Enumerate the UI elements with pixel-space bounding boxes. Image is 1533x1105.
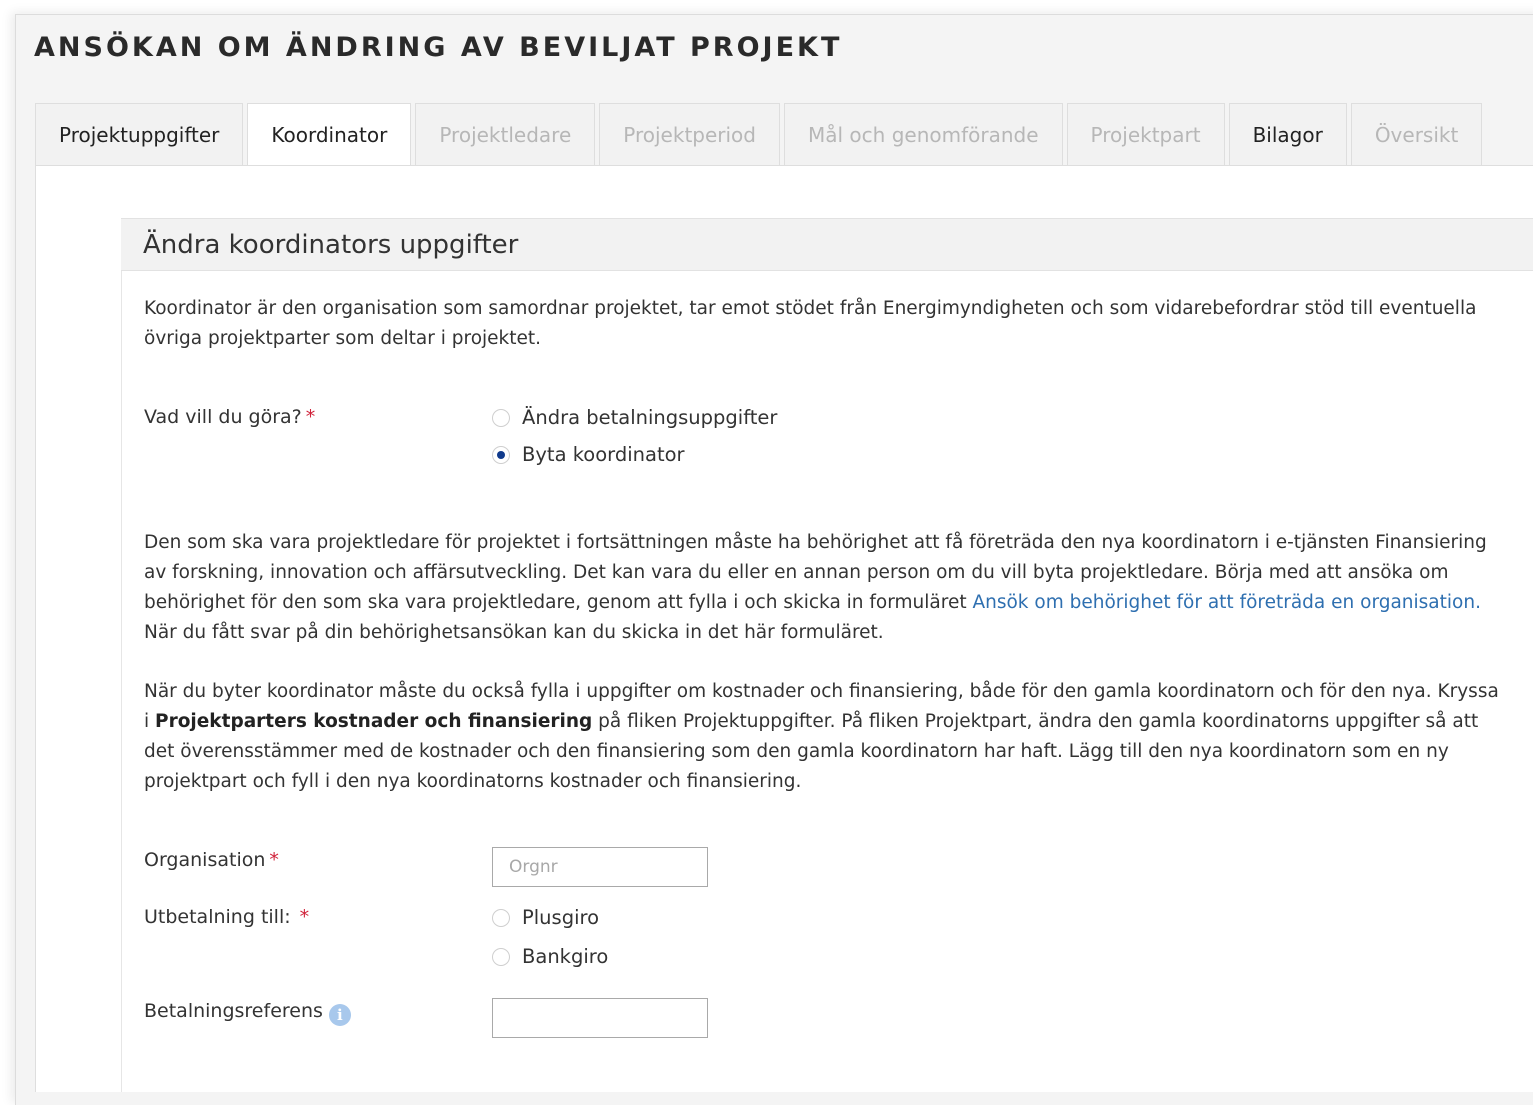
radio-bankgiro[interactable]: Bankgiro bbox=[492, 945, 608, 968]
radio-change-coordinator[interactable]: Byta koordinator bbox=[492, 443, 685, 466]
tab-mal-och-genomforande: Mål och genomförande bbox=[784, 103, 1063, 165]
organisation-number-input[interactable] bbox=[492, 847, 708, 887]
tab-bar: Projektuppgifter Koordinator Projektleda… bbox=[35, 103, 1486, 166]
radio-label: Ändra betalningsuppgifter bbox=[522, 406, 778, 429]
info-text-part2: När du fått svar på din behörighetsansök… bbox=[144, 622, 884, 643]
cost-info-text: När du byter koordinator måste du också … bbox=[144, 677, 1509, 797]
tab-label: Projektledare bbox=[439, 122, 572, 147]
radio-circle[interactable] bbox=[492, 908, 510, 927]
action-label: Vad vill du göra? * bbox=[144, 406, 315, 428]
radio-circle[interactable] bbox=[492, 408, 510, 427]
tab-label: Projektpart bbox=[1090, 122, 1201, 147]
radio-change-payment[interactable]: Ändra betalningsuppgifter bbox=[492, 406, 777, 429]
tab-projektperiod: Projektperiod bbox=[599, 103, 780, 165]
tab-projektpart: Projektpart bbox=[1066, 103, 1225, 165]
section-header: Ändra koordinators uppgifter bbox=[121, 218, 1533, 271]
intro-text: Koordinator är den organisation som samo… bbox=[144, 298, 1477, 349]
tab-projektledare: Projektledare bbox=[415, 103, 596, 165]
tab-label: Mål och genomförande bbox=[808, 122, 1039, 147]
required-mark: * bbox=[299, 906, 310, 928]
radio-plusgiro[interactable]: Plusgiro bbox=[492, 906, 599, 929]
radio-circle-selected[interactable] bbox=[492, 445, 510, 464]
info-icon[interactable]: i bbox=[328, 1004, 351, 1026]
payment-reference-label: Betalningsreferens i bbox=[144, 1000, 351, 1026]
organisation-label-text: Organisation bbox=[144, 849, 266, 871]
radio-circle[interactable] bbox=[492, 947, 510, 966]
tab-label: Bilagor bbox=[1252, 122, 1323, 147]
cost-text-bold: Projektparters kostnader och finansierin… bbox=[155, 711, 593, 732]
radio-label: Byta koordinator bbox=[522, 443, 685, 466]
tab-label: Översikt bbox=[1374, 122, 1459, 147]
organisation-label: Organisation * bbox=[144, 849, 279, 871]
section-divider bbox=[121, 271, 122, 1092]
payout-label: Utbetalning till: * bbox=[144, 906, 309, 928]
payment-reference-input[interactable] bbox=[492, 998, 708, 1038]
tab-koordinator[interactable]: Koordinator bbox=[247, 103, 412, 166]
tab-label: Projektperiod bbox=[623, 122, 756, 147]
tab-bilagor[interactable]: Bilagor bbox=[1228, 103, 1347, 165]
tab-oversikt: Översikt bbox=[1350, 103, 1483, 165]
required-mark: * bbox=[269, 849, 279, 871]
payment-reference-label-text: Betalningsreferens bbox=[144, 1000, 323, 1022]
apply-authorization-link[interactable]: Ansök om behörighet för att företräda en… bbox=[972, 592, 1481, 613]
radio-label: Plusgiro bbox=[522, 906, 600, 929]
radio-label: Bankgiro bbox=[522, 945, 609, 968]
section-title: Ändra koordinators uppgifter bbox=[143, 230, 519, 260]
action-label-text: Vad vill du göra? bbox=[144, 406, 302, 428]
tab-projektuppgifter[interactable]: Projektuppgifter bbox=[35, 103, 244, 165]
authorization-info-text: Den som ska vara projektledare för proje… bbox=[144, 528, 1509, 648]
payout-label-text: Utbetalning till: bbox=[144, 906, 291, 928]
tab-label: Koordinator bbox=[271, 123, 388, 147]
tab-label: Projektuppgifter bbox=[59, 122, 220, 147]
page-title: ANSÖKAN OM ÄNDRING AV BEVILJAT PROJEKT bbox=[34, 32, 843, 63]
required-mark: * bbox=[305, 406, 316, 428]
